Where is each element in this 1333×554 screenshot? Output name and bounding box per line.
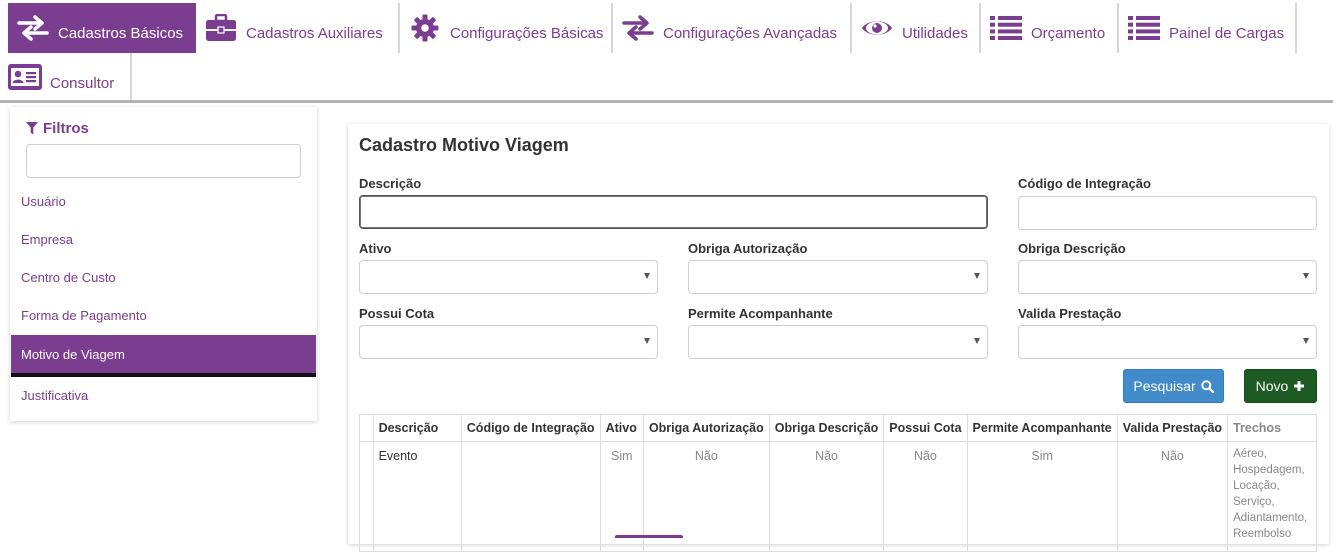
codigo-integracao-label: Código de Integração bbox=[1018, 176, 1151, 191]
obriga-autorizacao-select[interactable] bbox=[688, 260, 988, 294]
chevron-down-icon bbox=[974, 338, 980, 344]
chevron-down-icon bbox=[974, 273, 980, 279]
trecho-item: Aéreo, bbox=[1233, 448, 1267, 460]
results-table-wrapper: Descrição Código de Integração Ativo Obr… bbox=[359, 414, 1317, 554]
plus-icon bbox=[1294, 381, 1305, 391]
selector-column-header bbox=[359, 414, 374, 442]
chevron-down-icon bbox=[644, 338, 650, 344]
sidebar-item-motivo-de-viagem[interactable]: Motivo de Viagem bbox=[11, 335, 316, 377]
trecho-item: Adiantamento, bbox=[1233, 512, 1308, 524]
tab-label: Orçamento bbox=[1031, 24, 1106, 42]
tab-configuracoes-avancadas[interactable]: Configurações Avançadas bbox=[613, 3, 852, 53]
obriga-autorizacao-label: Obriga Autorização bbox=[688, 241, 808, 256]
possui-cota-select[interactable] bbox=[359, 325, 658, 359]
tab-consultor[interactable]: Consultor bbox=[0, 53, 132, 101]
tab-painel-de-cargas[interactable]: Painel de Cargas bbox=[1119, 3, 1297, 53]
filter-icon bbox=[26, 122, 38, 135]
results-table: Descrição Código de Integração Ativo Obr… bbox=[359, 414, 1317, 552]
list-icon bbox=[989, 14, 1023, 42]
top-navigation: Cadastros Básicos Cadastros Auxiliares C… bbox=[0, 0, 1333, 104]
tab-label: Utilidades bbox=[902, 24, 968, 42]
tab-cadastros-basicos[interactable]: Cadastros Básicos bbox=[8, 3, 196, 53]
filters-heading: Filtros bbox=[26, 120, 89, 137]
column-header-obriga-descricao[interactable]: Obriga Descrição bbox=[768, 414, 885, 442]
new-button[interactable]: Novo bbox=[1244, 369, 1317, 403]
trecho-item: Reembolso bbox=[1233, 528, 1292, 540]
tab-utilidades[interactable]: Utilidades bbox=[852, 3, 981, 53]
obriga-descricao-select[interactable] bbox=[1018, 260, 1317, 294]
trecho-item: Locação, bbox=[1233, 480, 1280, 492]
filter-input[interactable] bbox=[26, 144, 301, 178]
sidebar-item-forma-de-pagamento[interactable]: Forma de Pagamento bbox=[11, 296, 316, 334]
eye-icon bbox=[860, 14, 894, 42]
table-row[interactable]: Evento Sim Não Não Não Sim Não Aéreo, Ho… bbox=[359, 441, 1317, 552]
sidebar-item-empresa[interactable]: Empresa bbox=[11, 220, 316, 258]
ativo-select[interactable] bbox=[359, 260, 658, 294]
column-header-trechos: Trechos bbox=[1227, 414, 1317, 442]
briefcase-icon bbox=[204, 14, 238, 42]
obriga-descricao-label: Obriga Descrição bbox=[1018, 241, 1126, 256]
column-header-obriga-autorizacao[interactable]: Obriga Autorização bbox=[642, 414, 770, 442]
descricao-input[interactable] bbox=[359, 195, 988, 229]
ativo-label: Ativo bbox=[359, 241, 392, 256]
tab-configuracoes-basicas[interactable]: Configurações Básicas bbox=[400, 3, 613, 53]
cell-codigo bbox=[460, 441, 601, 552]
tab-label: Configurações Avançadas bbox=[663, 24, 838, 42]
sidebar-item-centro-de-custo[interactable]: Centro de Custo bbox=[11, 258, 316, 296]
column-header-possui-cota[interactable]: Possui Cota bbox=[883, 414, 968, 442]
chevron-down-icon bbox=[1303, 273, 1309, 279]
tab-label: Configurações Básicas bbox=[450, 24, 604, 42]
nav-divider bbox=[0, 100, 1333, 103]
descricao-label: Descrição bbox=[359, 176, 422, 191]
cell-valida-prestacao: Não bbox=[1116, 441, 1229, 552]
arrows-exchange-icon bbox=[621, 14, 655, 42]
valida-prestacao-select[interactable] bbox=[1018, 325, 1317, 359]
new-button-label: Novo bbox=[1255, 378, 1289, 394]
gear-icon bbox=[408, 14, 442, 42]
cell-permite-acompanhante: Sim bbox=[966, 441, 1118, 552]
table-header-row: Descrição Código de Integração Ativo Obr… bbox=[359, 414, 1317, 442]
tab-label: Cadastros Auxiliares bbox=[246, 24, 383, 42]
permite-acompanhante-label: Permite Acompanhante bbox=[688, 306, 833, 321]
cell-descricao: Evento bbox=[372, 441, 462, 552]
id-card-icon bbox=[8, 63, 42, 91]
column-header-descricao[interactable]: Descrição bbox=[372, 414, 462, 442]
main-panel: Cadastro Motivo Viagem Descrição Código … bbox=[348, 124, 1329, 552]
cell-trechos: Aéreo, Hospedagem, Locação, Serviço, Adi… bbox=[1227, 441, 1317, 552]
chevron-down-icon bbox=[1303, 338, 1309, 344]
sidebar-item-justificativa[interactable]: Justificativa bbox=[11, 376, 316, 414]
search-icon bbox=[1200, 379, 1214, 393]
tab-label: Consultor bbox=[50, 74, 115, 92]
trecho-item: Serviço, bbox=[1233, 496, 1275, 508]
chevron-down-icon bbox=[644, 273, 650, 279]
tab-orcamento[interactable]: Orçamento bbox=[981, 3, 1119, 53]
tab-cadastros-auxiliares[interactable]: Cadastros Auxiliares bbox=[196, 3, 400, 53]
search-button[interactable]: Pesquisar bbox=[1123, 369, 1224, 403]
tab-label: Cadastros Básicos bbox=[58, 24, 184, 42]
trecho-item: Hospedagem, bbox=[1233, 464, 1305, 476]
possui-cota-label: Possui Cota bbox=[359, 306, 435, 321]
row-selector[interactable] bbox=[359, 441, 374, 552]
filters-title: Filtros bbox=[43, 120, 89, 137]
filters-sidebar: Filtros Usuário Empresa Centro de Custo … bbox=[10, 107, 317, 421]
column-header-ativo[interactable]: Ativo bbox=[599, 414, 644, 442]
search-button-label: Pesquisar bbox=[1133, 378, 1196, 394]
list-icon bbox=[1127, 14, 1161, 42]
sidebar-item-usuario[interactable]: Usuário bbox=[11, 182, 316, 220]
cell-possui-cota: Não bbox=[883, 441, 968, 552]
tab-label: Painel de Cargas bbox=[1169, 24, 1285, 42]
column-header-codigo[interactable]: Código de Integração bbox=[460, 414, 601, 442]
permite-acompanhante-select[interactable] bbox=[688, 325, 988, 359]
cell-obriga-descricao: Não bbox=[768, 441, 885, 552]
page-title: Cadastro Motivo Viagem bbox=[359, 135, 569, 155]
valida-prestacao-label: Valida Prestação bbox=[1018, 306, 1122, 321]
column-header-permite-acompanhante[interactable]: Permite Acompanhante bbox=[966, 414, 1118, 442]
codigo-integracao-input[interactable] bbox=[1018, 196, 1317, 230]
column-header-valida-prestacao[interactable]: Valida Prestação bbox=[1116, 414, 1229, 442]
arrows-exchange-icon bbox=[16, 14, 50, 42]
